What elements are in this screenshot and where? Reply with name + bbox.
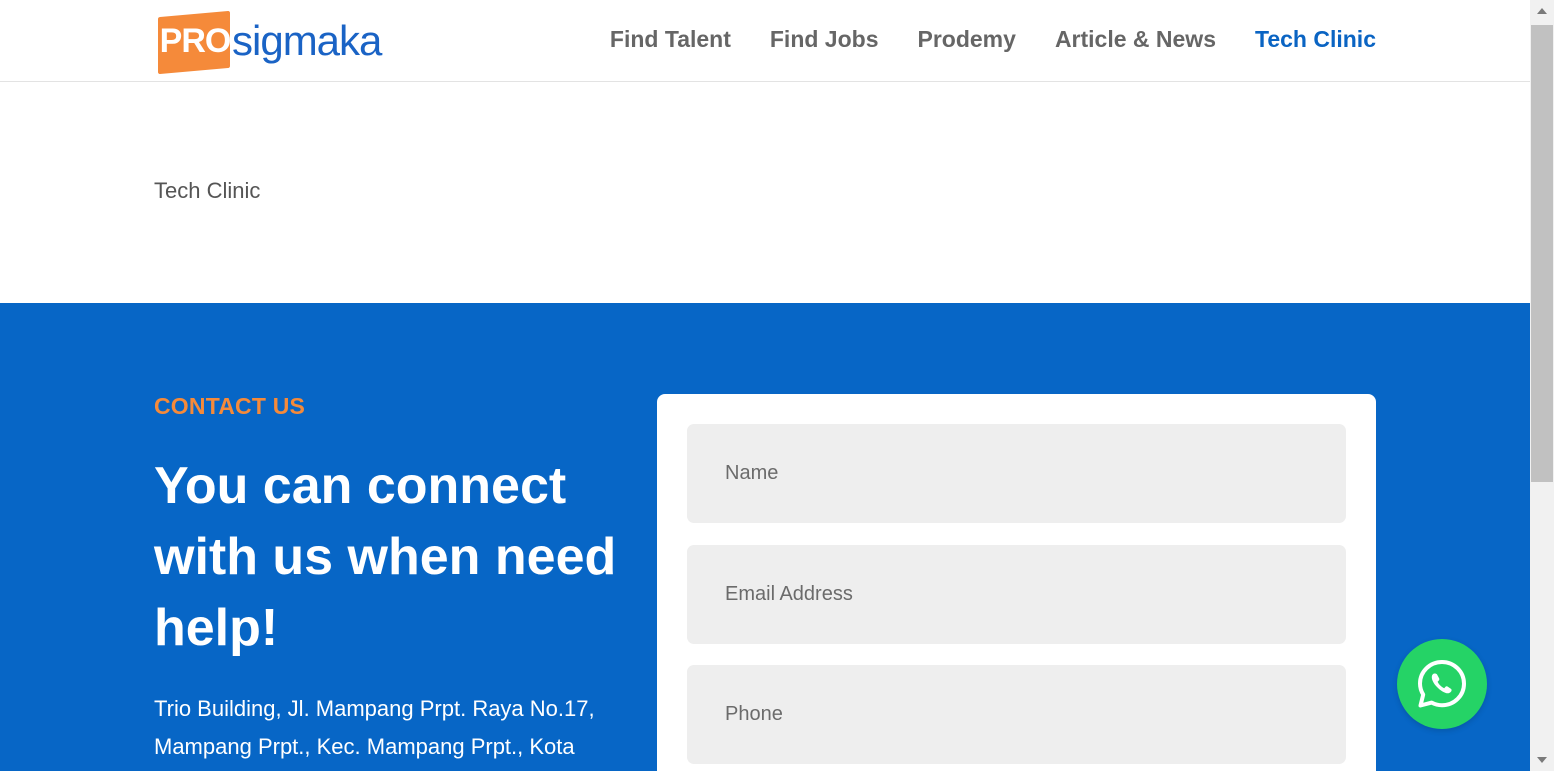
- site-header: PRO sigmaka Find Talent Find Jobs Prodem…: [0, 0, 1530, 82]
- vertical-scrollbar[interactable]: [1530, 0, 1554, 771]
- contact-headline: You can connect with us when need help!: [154, 457, 617, 657]
- nav-article-news[interactable]: Article & News: [1055, 26, 1216, 53]
- nav-prodemy[interactable]: Prodemy: [918, 26, 1016, 53]
- main-nav: Find Talent Find Jobs Prodemy Article & …: [610, 26, 1376, 53]
- logo-text: sigmaka: [232, 17, 382, 64]
- page: PRO sigmaka Find Talent Find Jobs Prodem…: [0, 0, 1554, 771]
- name-input[interactable]: [687, 424, 1346, 523]
- nav-tech-clinic[interactable]: Tech Clinic: [1255, 26, 1376, 53]
- email-input[interactable]: [687, 545, 1346, 644]
- logo-badge-text: PRO: [159, 21, 232, 60]
- phone-input[interactable]: [687, 665, 1346, 764]
- nav-find-talent[interactable]: Find Talent: [610, 26, 731, 53]
- nav-find-jobs[interactable]: Find Jobs: [770, 26, 879, 53]
- logo-badge: PRO: [158, 10, 232, 72]
- scroll-up-arrow-icon[interactable]: [1537, 8, 1547, 14]
- page-title: Tech Clinic: [154, 178, 261, 203]
- logo[interactable]: PRO sigmaka: [158, 10, 388, 72]
- contact-address: Trio Building, Jl. Mampang Prpt. Raya No…: [154, 696, 595, 759]
- contact-form: [657, 394, 1376, 771]
- whatsapp-icon: [1418, 660, 1466, 708]
- scroll-down-arrow-icon[interactable]: [1537, 757, 1547, 763]
- scroll-thumb[interactable]: [1531, 25, 1553, 482]
- contact-section: CONTACT US You can connect with us when …: [0, 303, 1530, 771]
- contact-eyebrow: CONTACT US: [154, 393, 306, 419]
- whatsapp-button[interactable]: [1397, 639, 1487, 729]
